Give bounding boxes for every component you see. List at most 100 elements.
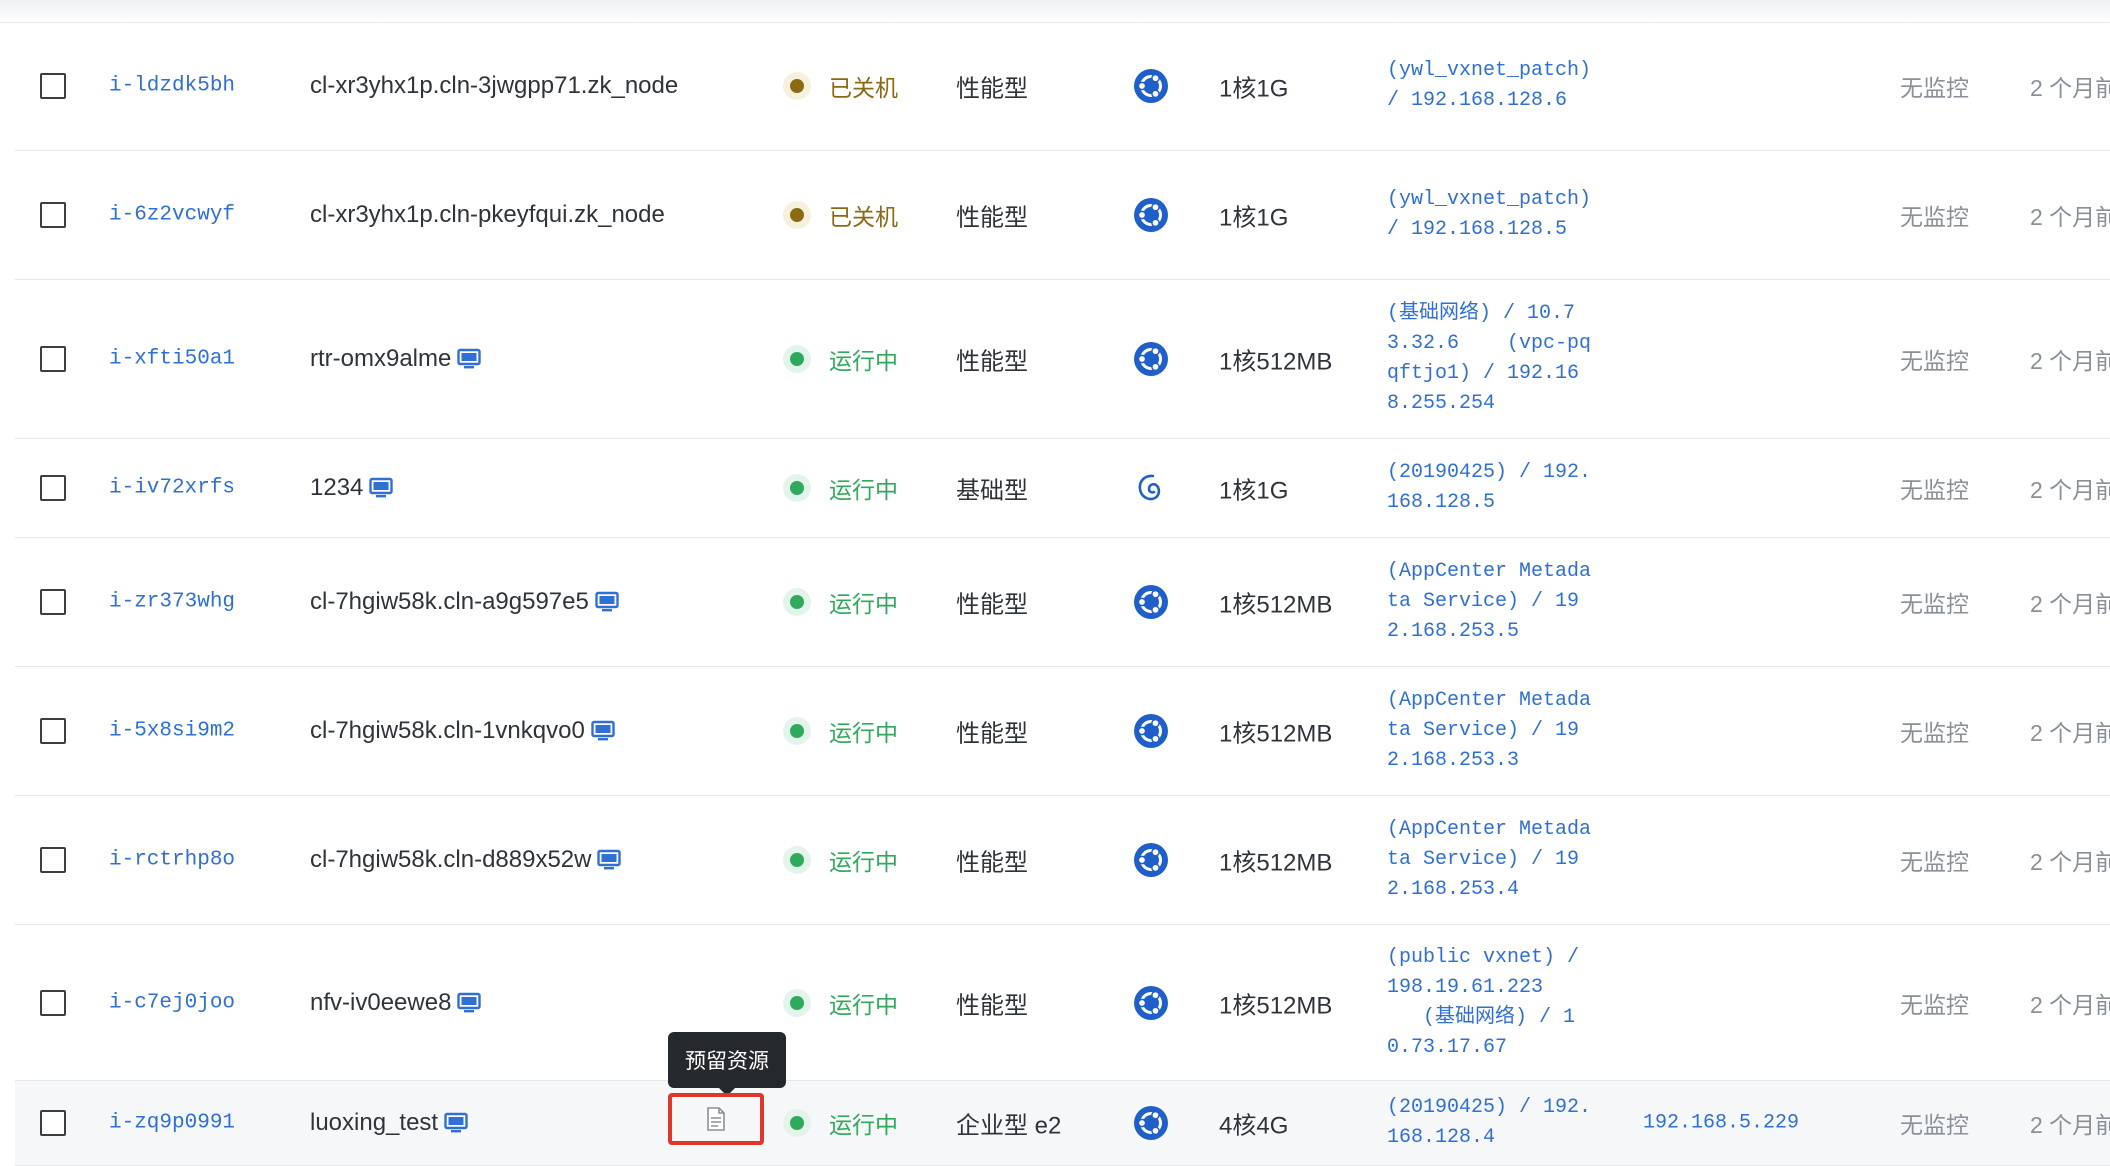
network-link[interactable]: (ywl_vxnet_patch) / 192.168.128.6 xyxy=(1387,56,1617,116)
table-row[interactable]: i-zq9p0991 luoxing_test 运行中 企业型 e2 4核4G (20… xyxy=(15,1081,2110,1166)
monitor-status: 无监控 xyxy=(1900,591,1969,617)
table-row[interactable]: i-ldzdk5bh cl-xr3yhx1p.cln-3jwgpp71.zk_no… xyxy=(15,22,2110,151)
row-checkbox[interactable] xyxy=(40,202,66,228)
instance-name: cl-7hgiw58k.cln-a9g597e5 xyxy=(310,588,619,616)
status-label: 运行中 xyxy=(829,991,898,1018)
ubuntu-icon xyxy=(1133,842,1169,878)
instance-name-text: rtr-omx9alme xyxy=(310,345,452,372)
instance-id-link[interactable]: i-rctrhp8o xyxy=(109,849,235,872)
console-monitor-icon[interactable] xyxy=(591,720,615,742)
tooltip-text: 预留资源 xyxy=(685,1050,769,1073)
row-checkbox[interactable] xyxy=(40,847,66,873)
status-label: 运行中 xyxy=(829,1112,898,1138)
row-checkbox[interactable] xyxy=(40,73,66,99)
created-time: 2 个月前 xyxy=(2030,720,2110,746)
status-dot-icon xyxy=(783,345,811,373)
status-dot-icon xyxy=(783,988,811,1017)
status-dot xyxy=(790,853,804,867)
console-monitor-icon[interactable] xyxy=(369,477,394,499)
instance-type: 性能型 xyxy=(956,204,1028,232)
instance-spec: 1核1G xyxy=(1219,204,1289,232)
table-row[interactable]: i-5x8si9m2 cl-7hgiw58k.cln-1vnkqvo0 运行中 性能… xyxy=(15,667,2110,796)
console-monitor-icon[interactable] xyxy=(597,849,622,871)
ubuntu-icon xyxy=(1133,197,1169,233)
network-link[interactable]: (AppCenter Metada ta Service) / 19 2.168… xyxy=(1387,557,1617,647)
row-checkbox[interactable] xyxy=(40,1110,66,1136)
status-badge: 已关机 xyxy=(783,69,898,103)
instance-table: i-ldzdk5bh cl-xr3yhx1p.cln-3jwgpp71.zk_no… xyxy=(0,0,2110,1166)
instance-name: cl-7hgiw58k.cln-d889x52w xyxy=(310,846,622,874)
instance-id-link[interactable]: i-iv72xrfs xyxy=(109,477,235,500)
created-time: 2 个月前 xyxy=(2030,849,2110,875)
row-checkbox[interactable] xyxy=(40,475,66,501)
status-dot xyxy=(790,352,804,366)
instance-name-text: cl-7hgiw58k.cln-d889x52w xyxy=(310,846,592,873)
table-row[interactable]: i-iv72xrfs 1234 运行中 基础型 1核1G (20190425) / 1… xyxy=(15,439,2110,538)
created-time: 2 个月前 xyxy=(2030,204,2110,230)
instance-name-text: cl-7hgiw58k.cln-1vnkqvo0 xyxy=(310,717,585,744)
reserved-resource-button[interactable] xyxy=(668,1093,764,1145)
table-row[interactable]: i-c7ej0joo nfv-iv0eewe8 运行中 性能型 1核512MB (pu… xyxy=(15,925,2110,1081)
network-link[interactable]: (基础网络) / 10.7 3.32.6 (vpc-pq qftjo1) / 1… xyxy=(1387,299,1617,419)
instance-name-text: nfv-iv0eewe8 xyxy=(310,988,452,1016)
status-badge: 运行中 xyxy=(783,986,898,1020)
instance-type: 企业型 e2 xyxy=(956,1112,1062,1140)
network-link[interactable]: (public vxnet) / 198.19.61.223 (基础网络) / … xyxy=(1387,943,1617,1063)
reserved-resource-tooltip: 预留资源 xyxy=(668,1032,786,1096)
created-time: 2 个月前 xyxy=(2030,1112,2110,1138)
row-checkbox[interactable] xyxy=(40,589,66,615)
instance-name: 1234 xyxy=(310,474,394,502)
status-label: 已关机 xyxy=(829,75,898,101)
instance-id-link[interactable]: i-zq9p0991 xyxy=(109,1112,235,1135)
instance-type: 性能型 xyxy=(956,720,1028,748)
console-monitor-icon[interactable] xyxy=(457,992,482,1014)
instance-name-text: cl-7hgiw58k.cln-a9g597e5 xyxy=(310,588,589,615)
instance-spec: 1核512MB xyxy=(1219,849,1333,877)
ubuntu-icon xyxy=(1133,1105,1169,1141)
instance-id-link[interactable]: i-5x8si9m2 xyxy=(109,720,235,743)
instance-name-text: cl-xr3yhx1p.cln-pkeyfqui.zk_node xyxy=(310,201,665,228)
table-row[interactable]: i-6z2vcwyf cl-xr3yhx1p.cln-pkeyfqui.zk_no… xyxy=(15,151,2110,280)
status-badge: 运行中 xyxy=(783,1106,898,1140)
network-link[interactable]: (AppCenter Metada ta Service) / 19 2.168… xyxy=(1387,686,1617,776)
monitor-status: 无监控 xyxy=(1900,849,1969,875)
public-ip-link[interactable]: 192.168.5.229 xyxy=(1643,1112,1799,1135)
instance-id-link[interactable]: i-6z2vcwyf xyxy=(109,204,235,227)
instance-spec: 1核512MB xyxy=(1219,720,1333,748)
network-link[interactable]: (AppCenter Metada ta Service) / 19 2.168… xyxy=(1387,815,1617,905)
debian-icon xyxy=(1133,470,1169,506)
instance-id-link[interactable]: i-xfti50a1 xyxy=(109,348,235,371)
status-badge: 运行中 xyxy=(783,843,898,877)
table-row[interactable]: i-zr373whg cl-7hgiw58k.cln-a9g597e5 运行中 性能… xyxy=(15,538,2110,667)
table-row[interactable]: i-rctrhp8o cl-7hgiw58k.cln-d889x52w 运行中 性能… xyxy=(15,796,2110,925)
console-monitor-icon[interactable] xyxy=(457,348,482,370)
row-checkbox[interactable] xyxy=(40,718,66,744)
network-link[interactable]: (20190425) / 192. 168.128.5 xyxy=(1387,458,1617,518)
row-checkbox[interactable] xyxy=(40,346,66,372)
instance-spec: 4核4G xyxy=(1219,1112,1289,1140)
status-dot-icon xyxy=(783,474,811,502)
status-label: 运行中 xyxy=(829,591,898,617)
instance-id-link[interactable]: i-c7ej0joo xyxy=(109,991,235,1014)
console-monitor-icon[interactable] xyxy=(595,591,619,613)
table-row[interactable]: i-xfti50a1 rtr-omx9alme 运行中 性能型 1核512MB (基础… xyxy=(15,280,2110,439)
status-dot xyxy=(790,995,804,1010)
console-monitor-icon[interactable] xyxy=(444,1112,468,1134)
instance-name-text: 1234 xyxy=(310,474,364,501)
instance-id-link[interactable]: i-ldzdk5bh xyxy=(109,75,235,98)
network-link[interactable]: (20190425) / 192. 168.128.4 xyxy=(1387,1093,1617,1153)
instance-type: 性能型 xyxy=(956,992,1028,1019)
row-checkbox[interactable] xyxy=(40,989,66,1016)
instance-type: 性能型 xyxy=(956,591,1028,619)
monitor-status: 无监控 xyxy=(1900,204,1969,230)
network-link[interactable]: (ywl_vxnet_patch) / 192.168.128.5 xyxy=(1387,185,1617,245)
ubuntu-icon xyxy=(1133,584,1169,620)
instance-name: luoxing_test xyxy=(310,1109,468,1137)
status-label: 运行中 xyxy=(829,720,898,746)
instance-id-link[interactable]: i-zr373whg xyxy=(109,591,235,614)
instance-name: cl-7hgiw58k.cln-1vnkqvo0 xyxy=(310,717,615,745)
instance-spec: 1核1G xyxy=(1219,477,1289,505)
status-label: 运行中 xyxy=(829,348,898,374)
instance-spec: 1核512MB xyxy=(1219,348,1333,376)
instance-type: 性能型 xyxy=(956,75,1028,103)
